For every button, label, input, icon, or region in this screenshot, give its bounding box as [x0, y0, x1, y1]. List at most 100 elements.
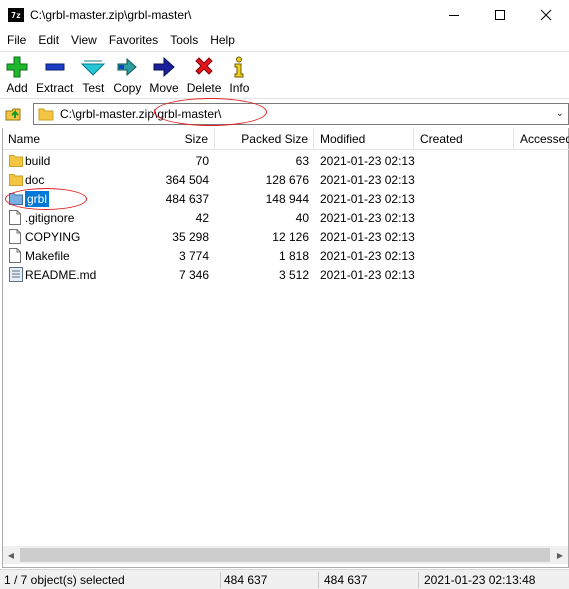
- file-size: 3 774: [178, 248, 209, 263]
- horizontal-scrollbar[interactable]: ◀ ▶: [3, 546, 568, 564]
- title-bar: 7z C:\grbl-master.zip\grbl-master\: [0, 0, 569, 30]
- info-button[interactable]: Info: [225, 52, 253, 98]
- maximize-button[interactable]: [477, 0, 523, 30]
- file-packed-size: 40: [295, 210, 309, 225]
- scroll-left-icon[interactable]: ◀: [3, 546, 19, 564]
- column-size[interactable]: Size: [133, 128, 215, 150]
- file-size: 35 298: [172, 229, 209, 244]
- file-name: README.md: [25, 267, 97, 282]
- annotation-circle-address: [154, 98, 267, 126]
- minus-icon: [45, 63, 65, 71]
- checkmark-icon: [81, 60, 106, 76]
- menu-favorites[interactable]: Favorites: [103, 33, 164, 47]
- column-modified[interactable]: Modified: [314, 128, 414, 150]
- menu-edit[interactable]: Edit: [32, 33, 65, 47]
- file-modified: 2021-01-23 02:13: [320, 172, 415, 187]
- add-button[interactable]: Add: [2, 52, 32, 98]
- add-label: Add: [6, 81, 28, 95]
- file-modified: 2021-01-23 02:13: [320, 210, 415, 225]
- delete-label: Delete: [186, 81, 222, 95]
- move-button[interactable]: Move: [145, 52, 182, 98]
- status-bar: 1 / 7 object(s) selected 484 637 484 637…: [0, 569, 569, 589]
- file-packed-size: 128 676: [265, 172, 309, 187]
- file-modified: 2021-01-23 02:13: [320, 267, 415, 282]
- file-packed-size: 3 512: [278, 267, 309, 282]
- table-row-selected[interactable]: grbl 484 637 148 944 2021-01-23 02:13: [3, 189, 569, 208]
- info-label: Info: [229, 81, 250, 95]
- close-button[interactable]: [523, 0, 569, 30]
- menu-help[interactable]: Help: [204, 33, 241, 47]
- file-packed-size: 63: [295, 153, 309, 168]
- file-modified: 2021-01-23 02:13: [320, 248, 415, 263]
- minimize-icon: [449, 14, 459, 16]
- file-name: .gitignore: [25, 210, 75, 225]
- file-name: Makefile: [25, 248, 70, 263]
- file-name: COPYING: [25, 229, 81, 244]
- move-label: Move: [149, 81, 179, 95]
- file-modified: 2021-01-23 02:13: [320, 191, 415, 206]
- status-selection: 1 / 7 object(s) selected: [4, 572, 125, 587]
- menu-tools[interactable]: Tools: [164, 33, 204, 47]
- file-modified: 2021-01-23 02:13: [320, 229, 415, 244]
- status-packed: 484 637: [324, 572, 368, 587]
- table-row[interactable]: README.md 7 346 3 512 2021-01-23 02:13: [3, 265, 569, 284]
- folder-icon: [9, 170, 25, 189]
- extract-button[interactable]: Extract: [32, 52, 77, 98]
- file-list[interactable]: Name Size Packed Size Modified Created A…: [2, 128, 569, 568]
- file-icon: [9, 208, 25, 227]
- window-title: C:\grbl-master.zip\grbl-master\: [30, 8, 192, 22]
- file-packed-size: 148 944: [265, 191, 309, 206]
- plus-icon: [6, 56, 28, 78]
- column-name[interactable]: Name: [3, 128, 133, 150]
- file-icon: [9, 246, 25, 265]
- status-divider: [318, 572, 319, 588]
- file-icon: [9, 227, 25, 246]
- extract-label: Extract: [36, 81, 74, 95]
- status-divider: [220, 572, 221, 588]
- file-size: 42: [195, 210, 209, 225]
- 7zip-app-icon[interactable]: 7z: [8, 8, 24, 22]
- menu-file[interactable]: File: [0, 33, 32, 47]
- folder-icon: [9, 151, 25, 170]
- scroll-right-icon[interactable]: ▶: [552, 546, 568, 564]
- table-row[interactable]: build 70 63 2021-01-23 02:13: [3, 151, 569, 170]
- menu-view[interactable]: View: [65, 33, 103, 47]
- table-row[interactable]: .gitignore 42 40 2021-01-23 02:13: [3, 208, 569, 227]
- close-icon: [540, 9, 552, 21]
- file-size: 364 504: [165, 172, 209, 187]
- annotation-circle-grbl: [5, 188, 87, 210]
- file-size: 7 346: [178, 267, 209, 282]
- table-row[interactable]: Makefile 3 774 1 818 2021-01-23 02:13: [3, 246, 569, 265]
- address-row: C:\grbl-master.zip\grbl-master\ ⌄: [0, 98, 569, 127]
- file-size: 484 637: [165, 191, 209, 206]
- column-header: Name Size Packed Size Modified Created A…: [3, 128, 569, 150]
- delete-x-icon: [195, 57, 213, 75]
- toolbar: Add Extract Test Copy Move Delete Info: [0, 51, 569, 99]
- copy-button[interactable]: Copy: [109, 52, 145, 98]
- menu-bar: File Edit View Favorites Tools Help: [0, 30, 569, 50]
- minimize-button[interactable]: [431, 0, 477, 30]
- status-size: 484 637: [224, 572, 268, 587]
- info-icon: [234, 56, 244, 78]
- table-row[interactable]: COPYING 35 298 12 126 2021-01-23 02:13: [3, 227, 569, 246]
- up-folder-button[interactable]: [3, 103, 25, 125]
- column-created[interactable]: Created: [414, 128, 514, 150]
- address-bar[interactable]: C:\grbl-master.zip\grbl-master\ ⌄: [33, 98, 569, 126]
- file-packed-size: 1 818: [278, 248, 309, 263]
- column-accessed[interactable]: Accessed: [514, 128, 569, 150]
- test-button[interactable]: Test: [77, 52, 109, 98]
- move-arrow-icon: [153, 56, 175, 78]
- chevron-down-icon[interactable]: ⌄: [556, 108, 564, 119]
- table-row[interactable]: doc 364 504 128 676 2021-01-23 02:13: [3, 170, 569, 189]
- status-modified: 2021-01-23 02:13:48: [424, 572, 536, 587]
- status-divider: [418, 572, 419, 588]
- delete-button[interactable]: Delete: [183, 52, 226, 98]
- maximize-icon: [495, 10, 505, 20]
- up-folder-icon: [5, 108, 21, 121]
- copy-arrow-icon: [117, 57, 138, 77]
- test-label: Test: [82, 81, 105, 95]
- scrollbar-thumb[interactable]: [20, 548, 550, 562]
- folder-icon: [38, 108, 54, 121]
- column-packed-size[interactable]: Packed Size: [215, 128, 314, 150]
- file-name: doc: [25, 172, 45, 187]
